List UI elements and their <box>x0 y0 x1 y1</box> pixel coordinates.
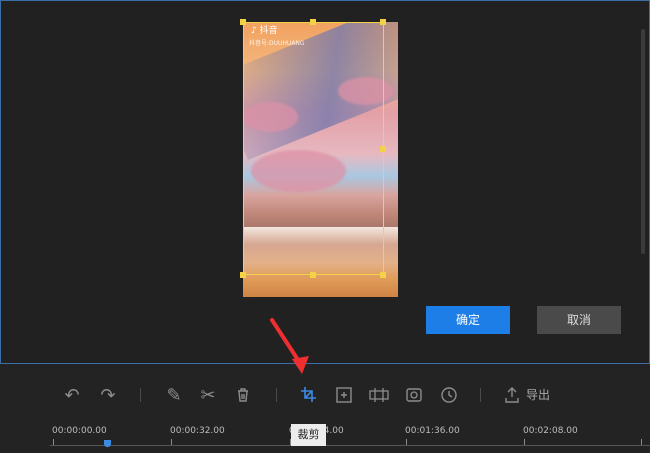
separator <box>140 388 141 402</box>
separator <box>276 388 277 402</box>
playhead-marker[interactable] <box>104 440 111 447</box>
crop-handle-top-right[interactable] <box>380 19 386 25</box>
timeline-tick <box>641 439 642 445</box>
mosaic-icon[interactable] <box>367 383 391 407</box>
export-label[interactable]: 导出 <box>526 386 550 403</box>
timeline-label: 00:02:08.00 <box>523 426 578 436</box>
crop-handle-top-middle[interactable] <box>310 19 316 25</box>
timeline-tick <box>53 439 54 445</box>
timeline-label: 00:00:00.00 <box>52 426 107 436</box>
undo-icon[interactable]: ↶ <box>60 383 84 407</box>
redo-icon[interactable]: ↷ <box>96 383 120 407</box>
separator <box>480 388 481 402</box>
crop-handle-top-left[interactable] <box>240 19 246 25</box>
timeline-label: 00:00:32.00 <box>170 426 225 436</box>
crop-handle-bottom-middle[interactable] <box>310 272 316 278</box>
zoom-icon[interactable] <box>332 383 356 407</box>
export-icon[interactable] <box>500 383 524 407</box>
crop-tooltip: 裁剪 <box>291 424 326 446</box>
crop-handle-bottom-left[interactable] <box>240 272 246 278</box>
toolbar: ↶ ↷ ✎ ✂ 导出 <box>0 376 650 416</box>
delete-icon[interactable] <box>231 383 255 407</box>
timeline-label: 00:01:36.00 <box>405 426 460 436</box>
timeline-tick <box>406 439 407 445</box>
crop-icon[interactable] <box>297 383 321 407</box>
edit-icon[interactable]: ✎ <box>162 383 186 407</box>
cut-icon[interactable]: ✂ <box>196 383 220 407</box>
speed-icon[interactable] <box>437 383 461 407</box>
confirm-button[interactable]: 确定 <box>426 306 510 334</box>
crop-handle-bottom-right[interactable] <box>380 272 386 278</box>
scrollbar[interactable] <box>641 29 645 254</box>
timeline-baseline <box>50 445 650 446</box>
cancel-button[interactable]: 取消 <box>537 306 621 334</box>
crop-frame[interactable] <box>243 22 384 275</box>
crop-handle-right-middle[interactable] <box>380 146 386 152</box>
timeline-tick <box>524 439 525 445</box>
screenshot-icon[interactable] <box>402 383 426 407</box>
timeline-tick <box>171 439 172 445</box>
